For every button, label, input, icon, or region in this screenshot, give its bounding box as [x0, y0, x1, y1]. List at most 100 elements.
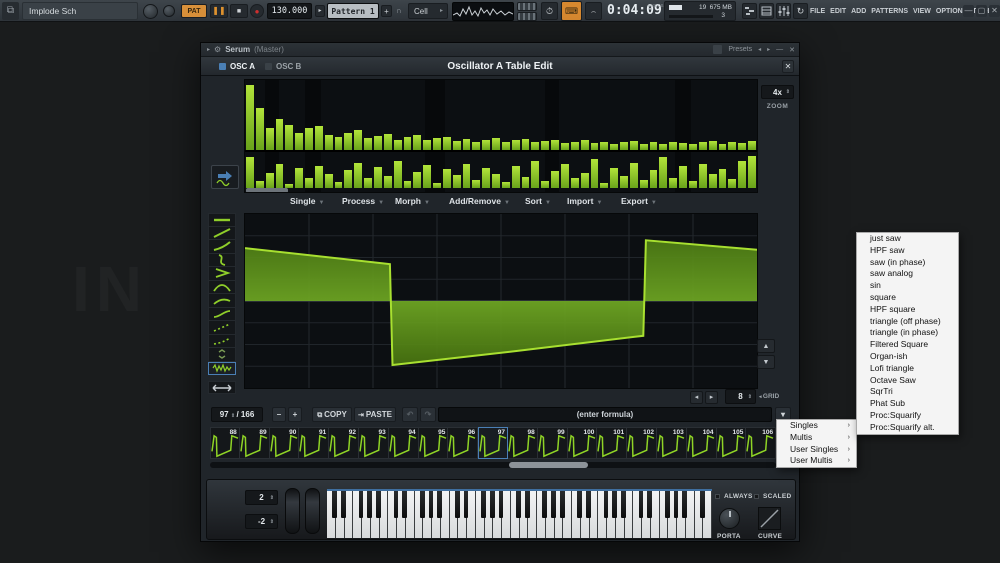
submenu-item-triangle-in-phase-[interactable]: triangle (in phase) — [857, 327, 958, 339]
headphones-icon[interactable]: ∩ — [396, 6, 402, 15]
close-plugin-icon[interactable]: ✕ — [789, 46, 795, 54]
prev-preset-icon[interactable]: ◂ — [758, 46, 761, 53]
transpose-spinner[interactable]: -2 ⇕ — [245, 514, 278, 529]
harmonic-bar[interactable] — [679, 166, 687, 188]
close-window-icon[interactable]: ✕ — [989, 5, 1000, 17]
maximize-window-icon[interactable]: ▢ — [976, 5, 987, 17]
master-volume-slider[interactable] — [517, 2, 537, 11]
tool-s-curve[interactable] — [208, 308, 236, 322]
harmonic-bar[interactable] — [541, 141, 549, 150]
wavetable-frame-100[interactable]: 100 — [568, 427, 598, 459]
menu-edit[interactable]: EDIT — [830, 8, 846, 15]
context-item-user-singles[interactable]: User Singles› — [777, 444, 856, 456]
playlist-icon[interactable] — [742, 3, 757, 19]
harmonic-bar[interactable] — [413, 135, 421, 150]
porta-scaled-led[interactable] — [754, 494, 759, 499]
piano-white-key[interactable] — [581, 491, 590, 538]
piano-white-key[interactable] — [371, 491, 380, 538]
submenu-item-saw-in-phase-[interactable]: saw (in phase) — [857, 257, 958, 269]
harmonics-scrollbar[interactable] — [246, 188, 288, 193]
piano-white-key[interactable] — [572, 491, 581, 538]
harmonic-bar[interactable] — [256, 108, 264, 150]
submenu-item-proc-squarify[interactable]: Proc:Squarify — [857, 410, 958, 422]
submenu-item-phat-sub[interactable]: Phat Sub — [857, 398, 958, 410]
edit-menu-morph[interactable]: Morph▼ — [395, 196, 430, 206]
submenu-item-saw-analog[interactable]: saw analog — [857, 268, 958, 280]
edit-menu-process[interactable]: Process▼ — [342, 196, 384, 206]
harmonic-bar[interactable] — [512, 166, 520, 188]
minimize-window-icon[interactable]: — — [963, 5, 974, 17]
harmonic-bar[interactable] — [591, 159, 599, 188]
harmonic-bar[interactable] — [315, 166, 323, 188]
context-item-multis[interactable]: Multis› — [777, 432, 856, 444]
piano-black-key[interactable] — [376, 491, 381, 518]
harmonic-bar[interactable] — [384, 134, 392, 150]
waveform-editor[interactable] — [244, 213, 758, 389]
prev-frame-button[interactable]: ◂ — [690, 391, 703, 404]
piano-black-key[interactable] — [429, 491, 434, 518]
wavetable-frame-99[interactable]: 99 — [538, 427, 568, 459]
harmonic-bar[interactable] — [364, 178, 372, 188]
harmonic-bar[interactable] — [413, 172, 421, 188]
harmonic-bar[interactable] — [266, 173, 274, 188]
tool-arc-concave[interactable] — [208, 294, 236, 308]
wavetable-frame-102[interactable]: 102 — [627, 427, 657, 459]
formula-input[interactable]: (enter formula) — [438, 407, 772, 422]
harmonic-bar[interactable] — [295, 168, 303, 188]
harmonic-bar[interactable] — [492, 138, 500, 150]
undo-button[interactable]: ↶ — [402, 407, 418, 422]
submenu-item-sin[interactable]: sin — [857, 280, 958, 292]
harmonic-bar[interactable] — [709, 141, 717, 150]
piano-black-key[interactable] — [700, 491, 705, 518]
piano-black-key[interactable] — [394, 491, 399, 518]
harmonic-phase-bars[interactable] — [245, 154, 757, 188]
piano-black-key[interactable] — [481, 491, 486, 518]
harmonic-bar[interactable] — [256, 181, 264, 188]
wavetable-frame-89[interactable]: 89 — [240, 427, 270, 459]
harmonic-bar[interactable] — [335, 137, 343, 150]
harmonic-bar[interactable] — [325, 135, 333, 150]
context-item-singles[interactable]: Singles› — [777, 420, 856, 432]
piano-black-key[interactable] — [464, 491, 469, 518]
harmonic-bar[interactable] — [522, 177, 530, 188]
harmonic-bar[interactable] — [551, 171, 559, 188]
play-pause-button[interactable]: ❚❚ — [210, 4, 228, 18]
piano-black-key[interactable] — [525, 491, 530, 518]
piano-white-key[interactable] — [686, 491, 695, 538]
tool-dotted-ramp[interactable] — [208, 321, 236, 335]
harmonic-bar[interactable] — [463, 139, 471, 150]
scroll-down-button[interactable]: ▼ — [757, 355, 775, 369]
harmonic-bar[interactable] — [453, 141, 461, 150]
harmonic-bar[interactable] — [669, 178, 677, 188]
harmonic-bar[interactable] — [453, 175, 461, 188]
harmonic-bar[interactable] — [374, 167, 382, 188]
harmonic-bar[interactable] — [571, 178, 579, 188]
harmonic-bar[interactable] — [531, 142, 539, 150]
add-frame-button[interactable]: + — [288, 407, 302, 422]
piano-white-key[interactable] — [406, 491, 415, 538]
harmonic-bar[interactable] — [728, 179, 736, 188]
wavetable-frame-104[interactable]: 104 — [687, 427, 717, 459]
wavetable-frame-92[interactable]: 92 — [329, 427, 359, 459]
piano-white-key[interactable] — [353, 491, 362, 538]
record-button[interactable]: ● — [250, 4, 264, 18]
piano-black-key[interactable] — [665, 491, 670, 518]
main-volume-knob[interactable] — [143, 4, 158, 19]
plugin-titlebar[interactable]: ▸ ⚙ Serum (Master) Presets ◂ ▸ — ✕ — [201, 43, 799, 57]
harmonic-bar[interactable] — [325, 174, 333, 188]
piano-black-key[interactable] — [586, 491, 591, 518]
wavetable-frame-88[interactable]: 88 — [210, 427, 240, 459]
harmonic-bar[interactable] — [650, 170, 658, 188]
tool-ramp-line[interactable] — [208, 227, 236, 241]
harmonic-bar[interactable] — [512, 140, 520, 150]
piano-black-key[interactable] — [612, 491, 617, 518]
piano-white-key[interactable] — [546, 491, 555, 538]
harmonic-bar[interactable] — [246, 85, 254, 150]
tool-sine-segment[interactable] — [208, 254, 236, 268]
tool-chevron-pair[interactable] — [208, 348, 236, 362]
harmonic-bar[interactable] — [246, 157, 254, 188]
plugin-options-icon[interactable] — [713, 45, 722, 54]
harmonic-bar[interactable] — [394, 140, 402, 151]
submenu-item-filtered-square[interactable]: Filtered Square — [857, 339, 958, 351]
harmonic-bar[interactable] — [423, 165, 431, 188]
